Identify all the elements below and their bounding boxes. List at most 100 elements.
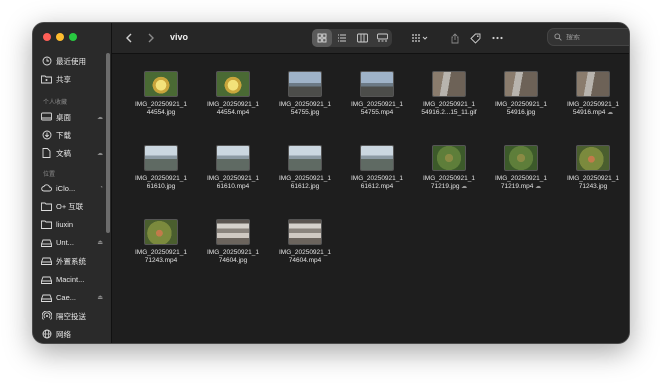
- file-name-line2-text: 54755.mp4: [360, 109, 394, 116]
- file-item[interactable]: IMG_20250921_1 71219.mp4 ☁: [484, 145, 558, 191]
- sidebar-item-label: Cae...: [56, 293, 77, 303]
- download-icon: [41, 130, 52, 141]
- file-name: IMG_20250921_1 54755.jpg: [268, 101, 342, 117]
- shared-folder-icon: [41, 74, 52, 85]
- sidebar-item-label: 最近使用: [56, 56, 86, 66]
- file-name: IMG_20250921_1 61612.jpg: [268, 175, 342, 191]
- file-name: IMG_20250921_1 54755.mp4: [340, 101, 414, 117]
- file-item[interactable]: IMG_20250921_1 71243.jpg: [556, 145, 629, 191]
- file-item[interactable]: IMG_20250921_1 54916.2...15_11.gif: [412, 71, 486, 117]
- file-item[interactable]: IMG_20250921_1 54916.jpg: [484, 71, 558, 117]
- file-thumbnail: [216, 71, 250, 97]
- sidebar-item[interactable]: O+ 互联: [41, 198, 105, 214]
- file-name-line1: IMG_20250921_1: [494, 175, 548, 182]
- file-name-line2: 74604.mp4: [268, 257, 342, 265]
- file-item[interactable]: IMG_20250921_1 44554.jpg: [124, 71, 198, 117]
- sidebar-item[interactable]: 外置系统: [41, 253, 105, 269]
- file-name: IMG_20250921_1 71243.jpg: [556, 175, 629, 191]
- search-input[interactable]: [566, 33, 629, 41]
- file-item[interactable]: IMG_20250921_1 74604.mp4: [268, 219, 342, 265]
- file-name-line2-text: 61610.jpg: [146, 183, 176, 190]
- file-item[interactable]: IMG_20250921_1 61612.jpg: [268, 145, 342, 191]
- file-name: IMG_20250921_1 71243.mp4: [124, 249, 198, 265]
- file-name-line2-text: 71219.jpg: [430, 183, 460, 190]
- airdrop-icon: [41, 311, 52, 322]
- file-item[interactable]: IMG_20250921_1 44554.mp4: [196, 71, 270, 117]
- sidebar-item-status-icon: ☁: [97, 150, 103, 157]
- file-name-line2: 61610.jpg: [124, 183, 198, 191]
- sidebar-item[interactable]: Unt... ⏏: [41, 235, 105, 251]
- file-name-line2: 54916.mp4 ☁: [556, 109, 629, 117]
- file-name-line2-text: 61612.mp4: [360, 183, 394, 190]
- forward-button[interactable]: [142, 29, 160, 47]
- sidebar-item[interactable]: Cae... ⏏: [41, 290, 105, 306]
- sidebar-item-label: 桌面: [56, 112, 71, 122]
- file-thumbnail: [504, 71, 538, 97]
- sidebar-section-header: 个人收藏: [43, 100, 68, 106]
- file-item[interactable]: IMG_20250921_1 61610.mp4: [196, 145, 270, 191]
- file-item[interactable]: IMG_20250921_1 61610.jpg: [124, 145, 198, 191]
- sidebar-item[interactable]: 共享: [41, 71, 105, 87]
- file-item[interactable]: IMG_20250921_1 74604.jpg: [196, 219, 270, 265]
- sidebar-item[interactable]: 网络: [41, 326, 105, 342]
- folder-icon: [41, 201, 52, 212]
- close-button[interactable]: [43, 33, 51, 41]
- group-by-button[interactable]: [407, 29, 433, 47]
- sidebar-item[interactable]: liuxin: [41, 217, 105, 233]
- file-name-line1: IMG_20250921_1: [566, 175, 620, 182]
- sidebar-item-label: 外置系统: [56, 256, 86, 266]
- file-item[interactable]: IMG_20250921_1 61612.mp4: [340, 145, 414, 191]
- back-button[interactable]: [120, 29, 138, 47]
- gallery-view-button[interactable]: [372, 29, 392, 47]
- file-name-line1: IMG_20250921_1: [278, 175, 332, 182]
- file-name-line2-text: 54916.mp4: [572, 109, 606, 116]
- file-name-line1: IMG_20250921_1: [206, 249, 260, 256]
- sidebar-item[interactable]: 文稿 ☁: [41, 145, 105, 161]
- file-thumbnail: [288, 145, 322, 171]
- drive-icon: [41, 256, 52, 267]
- file-thumbnail: [360, 71, 394, 97]
- sidebar-item-status-icon: ⏏: [97, 240, 103, 247]
- tag-button[interactable]: [467, 29, 483, 47]
- file-item[interactable]: IMG_20250921_1 54755.mp4: [340, 71, 414, 117]
- file-item[interactable]: IMG_20250921_1 54916.mp4 ☁: [556, 71, 629, 117]
- search-field[interactable]: [547, 28, 629, 46]
- file-thumbnail: [576, 145, 610, 171]
- file-name-line2-text: 71243.jpg: [578, 183, 608, 190]
- sidebar-item[interactable]: Macint...: [41, 272, 105, 288]
- file-thumbnail: [432, 145, 466, 171]
- file-name-line2: 61612.mp4: [340, 183, 414, 191]
- share-button[interactable]: [447, 29, 463, 47]
- list-view-button[interactable]: [332, 29, 352, 47]
- minimize-button[interactable]: [56, 33, 64, 41]
- sidebar-item[interactable]: 隔空投送: [41, 308, 105, 324]
- icon-view-button[interactable]: [312, 29, 332, 47]
- file-name-line2: 54916.jpg: [484, 109, 558, 117]
- icloud-icon: [41, 183, 52, 194]
- file-item[interactable]: IMG_20250921_1 71243.mp4: [124, 219, 198, 265]
- sidebar-scrollbar[interactable]: [106, 53, 110, 233]
- sidebar-item[interactable]: 桌面 ☁: [41, 109, 105, 125]
- file-item[interactable]: IMG_20250921_1 71219.jpg ☁: [412, 145, 486, 191]
- more-actions-button[interactable]: [489, 29, 505, 47]
- cloud-icon: ☁: [533, 184, 542, 190]
- sidebar-item[interactable]: 最近使用: [41, 53, 105, 69]
- sidebar-item[interactable]: iClo... ◔: [41, 180, 105, 196]
- file-name-line1: IMG_20250921_1: [350, 101, 404, 108]
- sidebar-item-status-icon: ⏏: [97, 295, 103, 302]
- file-name-line2: 54916.2...15_11.gif: [412, 109, 486, 117]
- network-icon: [41, 329, 52, 340]
- file-thumbnail: [288, 219, 322, 245]
- file-name: IMG_20250921_1 44554.mp4: [196, 101, 270, 117]
- sidebar-item[interactable]: 下载: [41, 127, 105, 143]
- file-name-line2: 71219.jpg ☁: [412, 183, 486, 191]
- file-name: IMG_20250921_1 54916.jpg: [484, 101, 558, 117]
- column-view-button[interactable]: [352, 29, 372, 47]
- file-thumbnail: [144, 71, 178, 97]
- ellipsis-icon: [491, 36, 503, 40]
- sidebar: 最近使用 共享 个人收藏 桌面 ☁ 下载 文稿 ☁ 位置 iClo... ◔ O+ 互联 liuxin U…: [33, 23, 112, 343]
- file-item[interactable]: IMG_20250921_1 54755.jpg: [268, 71, 342, 117]
- file-name-line1: IMG_20250921_1: [206, 101, 260, 108]
- zoom-button[interactable]: [69, 33, 77, 41]
- file-name-line1: IMG_20250921_1: [278, 249, 332, 256]
